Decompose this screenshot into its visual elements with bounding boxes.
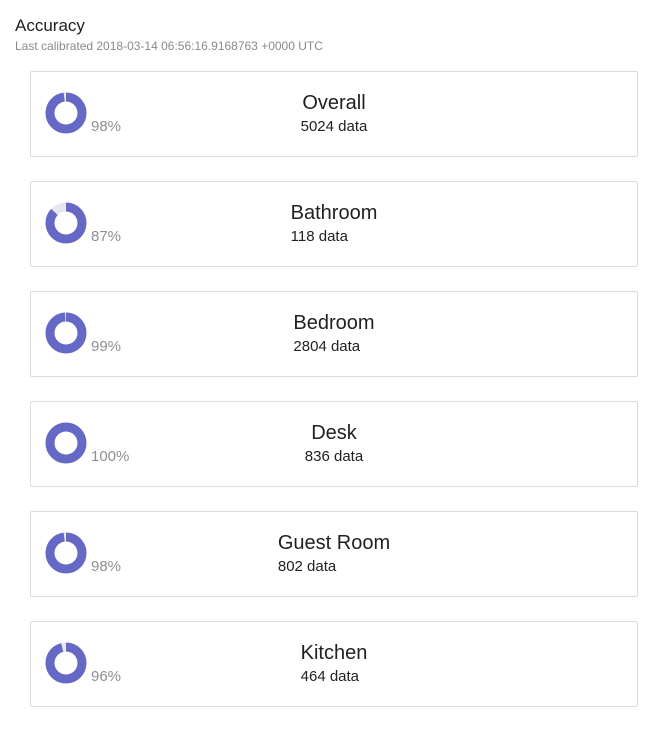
card-text-inner: Overall 5024 data [301,91,368,137]
card-text-group: Guest Room 802 data [31,531,637,577]
accuracy-card-desk: 100% Desk 836 data [30,401,638,487]
accuracy-card-bedroom: 99% Bedroom 2804 data [30,291,638,377]
card-text-group: Desk 836 data [31,421,637,467]
card-text-group: Bedroom 2804 data [31,311,637,357]
data-count: 5024 data [300,118,368,135]
accuracy-header: Accuracy Last calibrated 2018-03-14 06:5… [15,15,323,54]
card-text-inner: Bedroom 2804 data [293,311,374,357]
card-text-group: Kitchen 464 data [31,641,637,687]
room-name: Overall [302,92,366,114]
card-text-group: Bathroom 118 data [31,201,637,247]
data-count: 464 data [300,668,360,685]
accuracy-card-overall: 98% Overall 5024 data [30,71,638,157]
room-name: Bedroom [293,312,375,334]
card-text-group: Overall 5024 data [31,91,637,137]
accuracy-card-guest-room: 98% Guest Room 802 data [30,511,638,597]
card-text-inner: Kitchen 464 data [301,641,368,687]
data-count: 2804 data [293,338,361,355]
page-title: Accuracy [15,16,85,35]
room-name: Kitchen [300,642,368,664]
accuracy-card-kitchen: 96% Kitchen 464 data [30,621,638,707]
card-text-inner: Bathroom 118 data [291,201,378,247]
data-count: 802 data [277,558,337,575]
data-count: 118 data [290,228,348,245]
card-text-inner: Desk 836 data [305,421,363,467]
room-name: Guest Room [277,532,391,554]
accuracy-card-list: 98% Overall 5024 data 87% Bathroom 118 data 99… [30,71,638,731]
last-calibrated-text: Last calibrated 2018-03-14 06:56:16.9168… [15,39,323,53]
room-name: Bathroom [290,202,378,224]
accuracy-card-bathroom: 87% Bathroom 118 data [30,181,638,267]
data-count: 836 data [304,448,364,465]
room-name: Desk [311,422,357,444]
card-text-inner: Guest Room 802 data [278,531,390,577]
